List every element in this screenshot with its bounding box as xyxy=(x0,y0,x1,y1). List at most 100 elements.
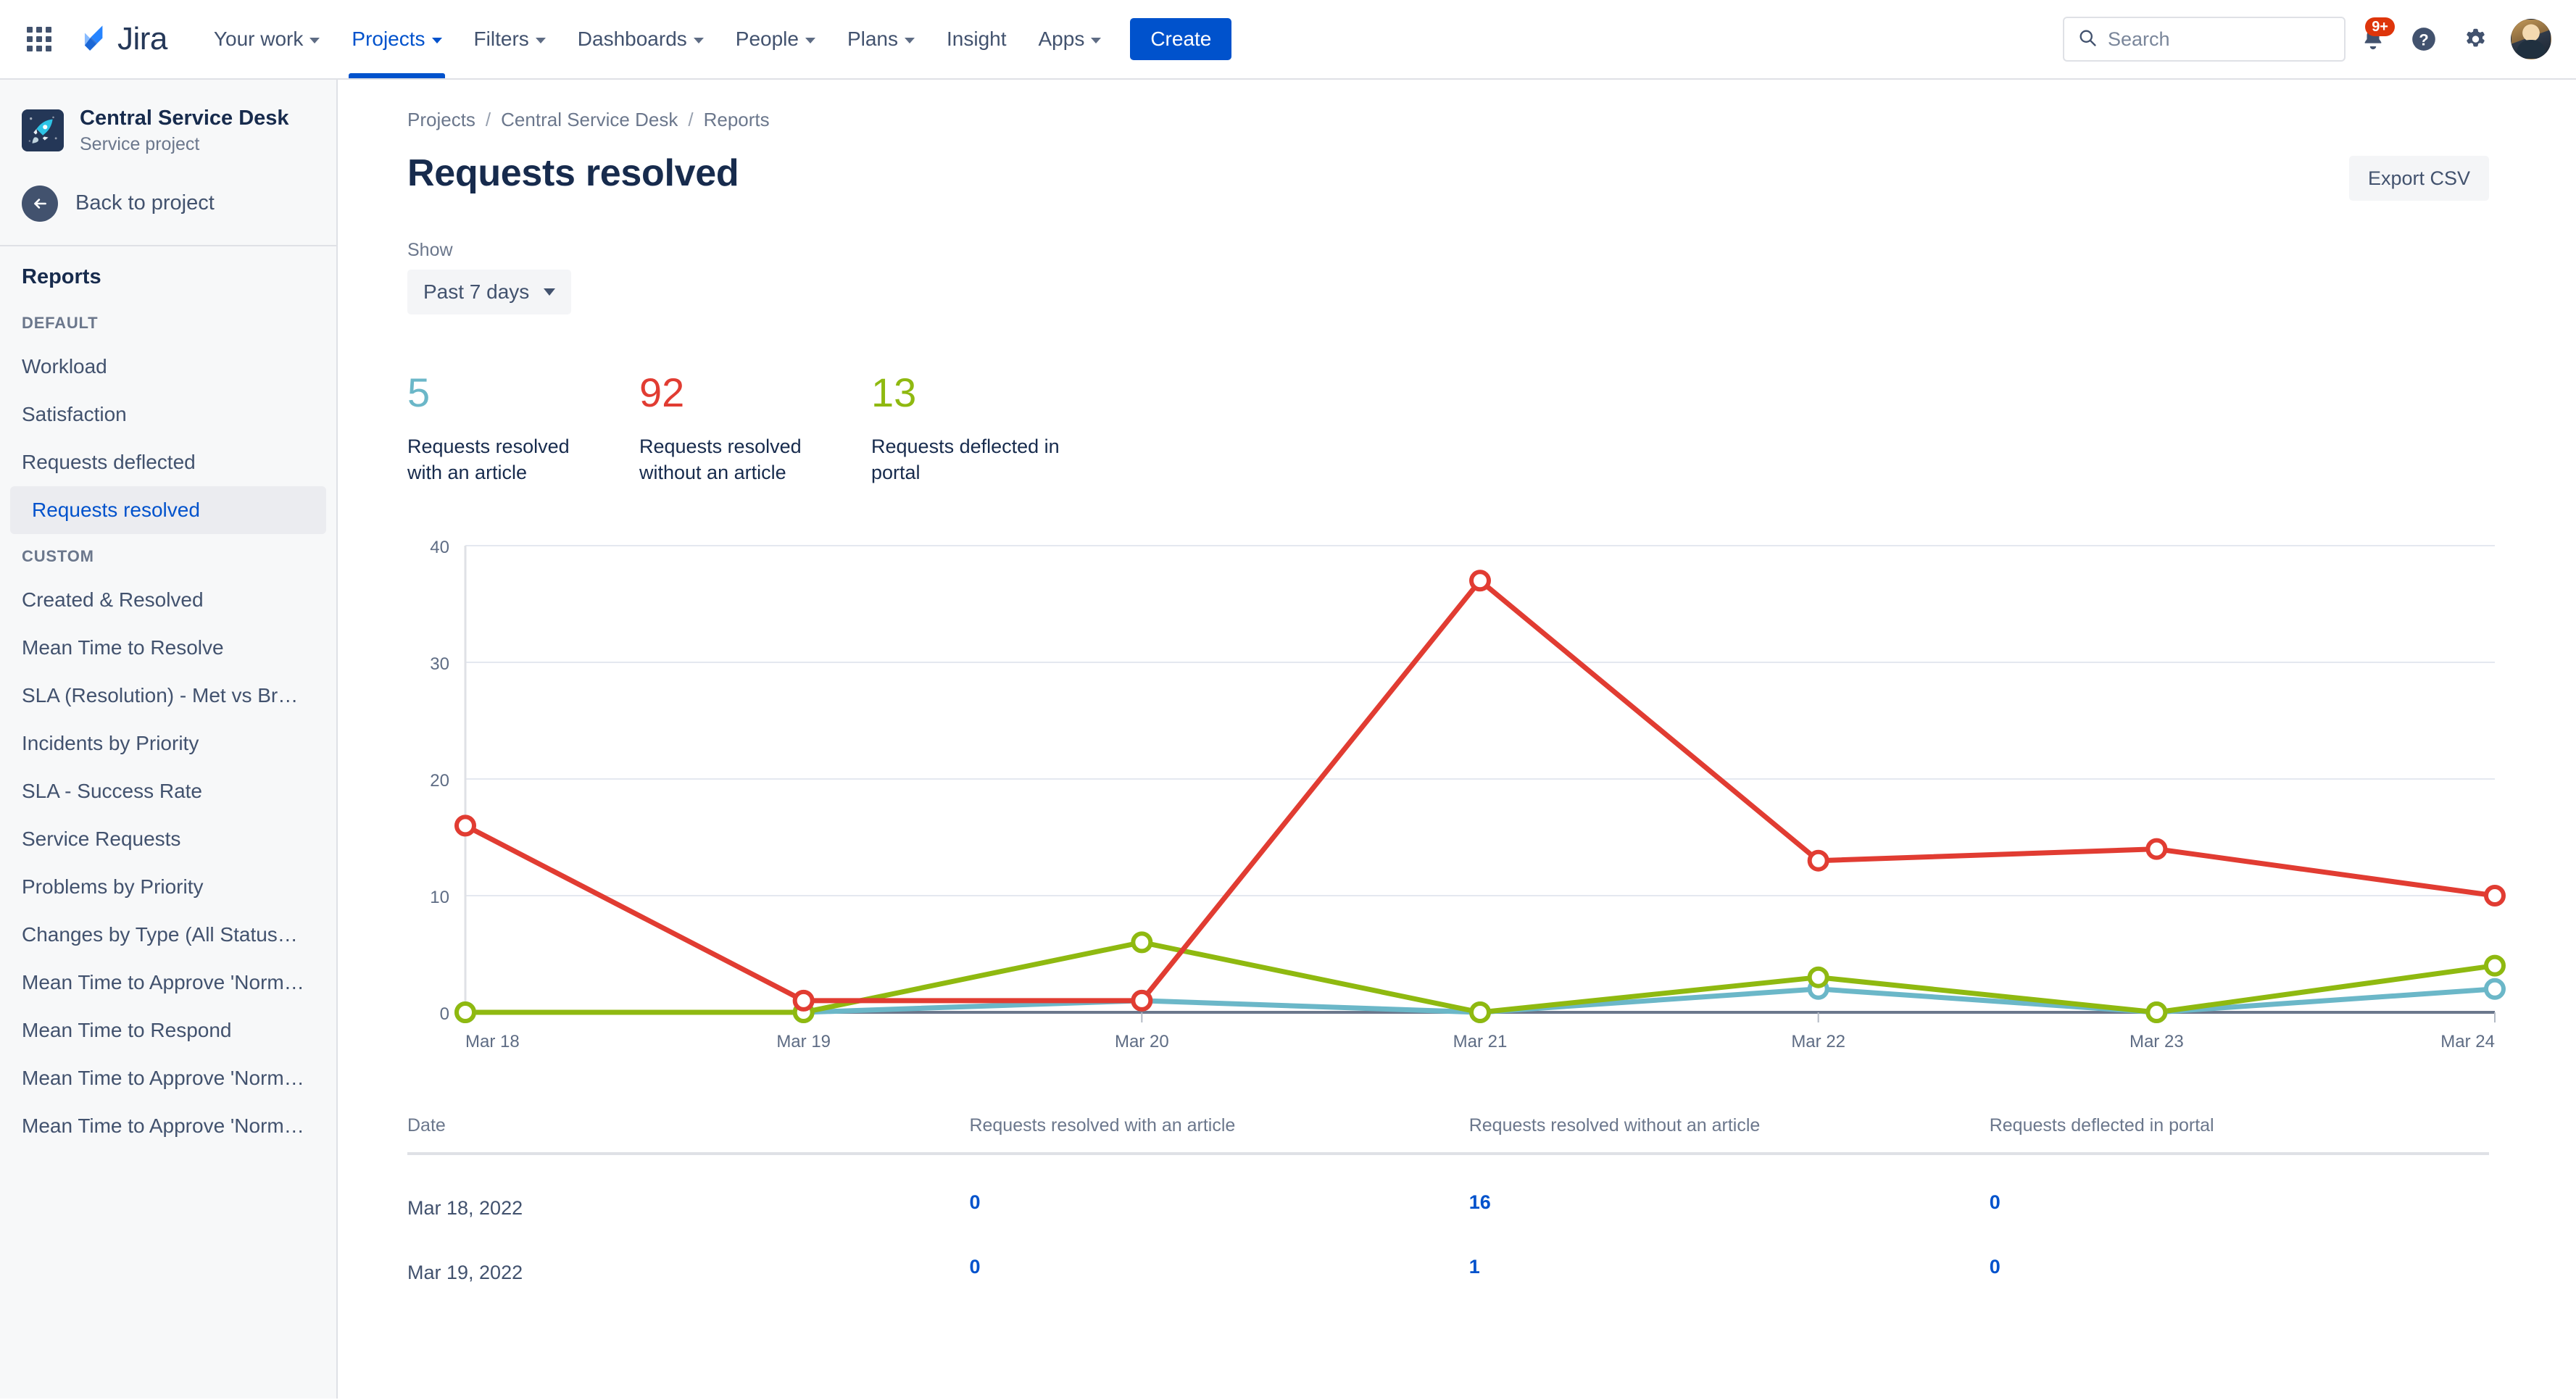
svg-text:10: 10 xyxy=(430,888,449,907)
sidebar-item-sla-resolution-met-vs-breached[interactable]: SLA (Resolution) - Met vs Bre… xyxy=(0,672,326,720)
nav-item-projects[interactable]: Projects xyxy=(336,0,457,78)
jira-logo[interactable]: Jira xyxy=(75,21,167,57)
nav-item-insight[interactable]: Insight xyxy=(931,0,1023,78)
app-switcher-icon[interactable] xyxy=(19,19,59,59)
page-title-row: Requests resolved Export CSV xyxy=(407,151,2489,201)
nav-item-label: Apps xyxy=(1038,28,1085,50)
sidebar-item-mean-time-to-approve-1[interactable]: Mean Time to Approve 'Norm… xyxy=(0,959,326,1007)
stat-value: 13 xyxy=(871,370,917,415)
arrow-left-icon xyxy=(22,185,58,222)
breadcrumb-central-service-desk[interactable]: Central Service Desk xyxy=(501,109,678,131)
sidebar-item-mean-time-to-approve-2[interactable]: Mean Time to Approve 'Norm… xyxy=(0,1054,326,1102)
breadcrumb-projects[interactable]: Projects xyxy=(407,109,475,131)
nav-item-label: Plans xyxy=(847,28,898,50)
stat-label: Requests resolved without an article xyxy=(639,436,802,484)
cell-with-article[interactable]: 0 xyxy=(969,1154,1468,1220)
cell-with-article[interactable]: 0 xyxy=(969,1220,1468,1284)
project-header[interactable]: Central Service Desk Service project xyxy=(0,106,336,155)
nav-item-label: Projects xyxy=(352,28,425,50)
chart-svg: 0 10 20 30 40 Mar 18 Mar 19 Mar 20 Mar 21 Mar 22 M… xyxy=(430,538,2506,1051)
svg-text:Mar 21: Mar 21 xyxy=(1453,1032,1508,1051)
svg-text:20: 20 xyxy=(430,771,449,791)
nav-item-plans[interactable]: Plans xyxy=(831,0,931,78)
project-name: Central Service Desk xyxy=(80,107,289,130)
column-header-deflected: Requests deflected in portal xyxy=(1989,1114,2489,1155)
show-label: Show xyxy=(407,240,453,260)
svg-text:40: 40 xyxy=(430,538,449,557)
top-navigation-bar: Jira Your work Projects Filters Dashboar… xyxy=(0,0,2576,80)
search-input[interactable]: Search xyxy=(2063,17,2346,62)
svg-text:Mar 24: Mar 24 xyxy=(2440,1032,2495,1051)
cell-deflected[interactable]: 0 xyxy=(1990,1154,2489,1220)
sidebar-item-created-and-resolved[interactable]: Created & Resolved xyxy=(0,576,326,624)
search-icon xyxy=(2077,28,2098,51)
period-select-value: Past 7 days xyxy=(423,280,530,303)
cell-date: Mar 19, 2022 xyxy=(407,1261,523,1283)
nav-item-label: Insight xyxy=(947,28,1007,50)
project-sidebar: Central Service Desk Service project Bac… xyxy=(0,80,338,1399)
svg-text:?: ? xyxy=(2419,31,2429,49)
sidebar-group-heading-default: DEFAULT xyxy=(22,313,99,332)
stat-requests-resolved-with-article: 5 Requests resolved with an article xyxy=(407,372,639,486)
sidebar-item-service-requests[interactable]: Service Requests xyxy=(0,815,326,863)
sidebar-item-incidents-by-priority[interactable]: Incidents by Priority xyxy=(0,720,326,767)
export-csv-button[interactable]: Export CSV xyxy=(2348,156,2489,201)
search-placeholder: Search xyxy=(2108,28,2170,50)
nav-item-apps[interactable]: Apps xyxy=(1023,0,1118,78)
chevron-down-icon xyxy=(535,37,546,43)
period-select[interactable]: Past 7 days xyxy=(407,270,572,314)
breadcrumb-separator: / xyxy=(688,109,694,130)
stat-requests-deflected-in-portal: 13 Requests deflected in portal xyxy=(871,372,1103,486)
help-icon[interactable]: ? xyxy=(2401,16,2447,62)
nav-item-dashboards[interactable]: Dashboards xyxy=(562,0,720,78)
svg-text:Mar 22: Mar 22 xyxy=(1791,1032,1845,1051)
sidebar-item-requests-deflected[interactable]: Requests deflected xyxy=(0,438,326,486)
settings-gear-icon[interactable] xyxy=(2451,16,2498,62)
chevron-down-icon xyxy=(1091,37,1102,43)
sidebar-item-workload[interactable]: Workload xyxy=(0,343,326,391)
sidebar-group-heading-custom: CUSTOM xyxy=(22,546,94,565)
stat-value: 92 xyxy=(639,370,685,415)
chevron-down-icon xyxy=(905,37,915,43)
sidebar-item-changes-by-type[interactable]: Changes by Type (All Statuses) xyxy=(0,911,326,959)
stat-label: Requests resolved with an article xyxy=(407,436,570,484)
svg-text:Mar 18: Mar 18 xyxy=(465,1032,520,1051)
nav-item-people[interactable]: People xyxy=(720,0,831,78)
column-header-without-article: Requests resolved without an article xyxy=(1468,1114,1990,1155)
requests-resolved-line-chart: 0 10 20 30 40 Mar 18 Mar 19 Mar 20 Mar 21 Mar 22 M… xyxy=(407,533,2506,1083)
sidebar-item-requests-resolved[interactable]: Requests resolved xyxy=(10,486,326,534)
sidebar-item-problems-by-priority[interactable]: Problems by Priority xyxy=(0,863,326,911)
svg-text:Mar 19: Mar 19 xyxy=(776,1032,831,1051)
nav-item-label: Filters xyxy=(473,28,529,50)
sidebar-item-mean-time-to-respond[interactable]: Mean Time to Respond xyxy=(0,1007,326,1054)
nav-item-your-work[interactable]: Your work xyxy=(198,0,336,78)
sidebar-item-sla-success-rate[interactable]: SLA - Success Rate xyxy=(0,767,326,815)
nav-right-group: Search 9+ ? xyxy=(2063,16,2551,62)
summary-stats: 5 Requests resolved with an article 92 R… xyxy=(407,372,2489,486)
main-content: Projects / Central Service Desk / Report… xyxy=(338,80,2576,1399)
sidebar-item-mean-time-to-approve-3[interactable]: Mean Time to Approve 'Norm… xyxy=(0,1102,326,1150)
svg-text:0: 0 xyxy=(440,1004,449,1024)
rocket-icon xyxy=(22,109,64,151)
sidebar-item-mean-time-to-resolve[interactable]: Mean Time to Resolve xyxy=(0,624,326,672)
nav-item-filters[interactable]: Filters xyxy=(458,0,562,78)
back-to-project-label: Back to project xyxy=(75,191,215,215)
stat-requests-resolved-without-article: 92 Requests resolved without an article xyxy=(639,372,871,486)
column-header-with-article: Requests resolved with an article xyxy=(969,1114,1469,1155)
cell-deflected[interactable]: 0 xyxy=(1990,1220,2489,1284)
notification-bell-icon[interactable]: 9+ xyxy=(2350,16,2396,62)
create-button[interactable]: Create xyxy=(1130,18,1232,60)
breadcrumb-reports[interactable]: Reports xyxy=(704,109,770,131)
back-to-project-button[interactable]: Back to project xyxy=(0,185,336,222)
stat-value: 5 xyxy=(407,370,431,415)
notification-badge: 9+ xyxy=(2365,17,2395,36)
svg-text:Mar 20: Mar 20 xyxy=(1115,1032,1169,1051)
table-header-row: Date Requests resolved with an article R… xyxy=(407,1114,2489,1155)
cell-without-article[interactable]: 1 xyxy=(1469,1220,1990,1284)
chevron-down-icon xyxy=(309,37,320,43)
sidebar-item-satisfaction[interactable]: Satisfaction xyxy=(0,391,326,438)
user-avatar[interactable] xyxy=(2511,19,2551,59)
table-row: Mar 18, 2022 0 16 0 xyxy=(407,1154,2489,1220)
svg-text:30: 30 xyxy=(430,654,449,674)
cell-without-article[interactable]: 16 xyxy=(1469,1154,1990,1220)
